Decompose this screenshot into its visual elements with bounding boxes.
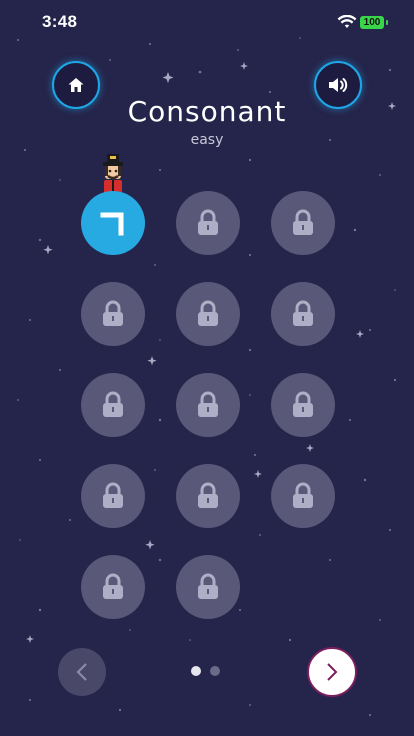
- chevron-left-icon: [76, 663, 87, 681]
- battery-tip: [386, 20, 388, 25]
- lock-icon: [293, 391, 313, 417]
- level-3-button[interactable]: [271, 191, 335, 255]
- battery-indicator: 100: [360, 16, 384, 29]
- lock-icon: [198, 482, 218, 508]
- level-9-button[interactable]: [271, 373, 335, 437]
- lock-icon: [198, 300, 218, 326]
- level-7-button[interactable]: [81, 373, 145, 437]
- level-10-button[interactable]: [81, 464, 145, 528]
- level-13-button[interactable]: [81, 555, 145, 619]
- lock-icon: [103, 391, 123, 417]
- lock-icon: [198, 391, 218, 417]
- status-time: 3:48: [42, 12, 78, 31]
- level-6-button[interactable]: [271, 282, 335, 346]
- lock-icon: [103, 573, 123, 599]
- level-4-button[interactable]: [81, 282, 145, 346]
- speaker-icon: [329, 78, 348, 92]
- level-2-button[interactable]: [176, 191, 240, 255]
- lock-icon: [198, 573, 218, 599]
- level-1-button[interactable]: [81, 191, 145, 255]
- status-bar: 3:48 100: [0, 0, 414, 44]
- wifi-icon: [337, 15, 357, 28]
- lock-icon: [293, 482, 313, 508]
- lock-icon: [198, 209, 218, 235]
- level-11-button[interactable]: [176, 464, 240, 528]
- lock-icon: [103, 300, 123, 326]
- page-title: Consonant: [127, 95, 287, 128]
- lock-icon: [293, 300, 313, 326]
- level-8-button[interactable]: [176, 373, 240, 437]
- chevron-right-icon: [327, 663, 338, 681]
- previous-page-button[interactable]: [58, 648, 106, 696]
- level-14-button[interactable]: [176, 555, 240, 619]
- difficulty-label: easy: [190, 132, 224, 148]
- level-12-button[interactable]: [271, 464, 335, 528]
- lock-icon: [293, 209, 313, 235]
- giyeok-glyph: [100, 212, 124, 236]
- level-5-button[interactable]: [176, 282, 240, 346]
- page-dot-1[interactable]: [191, 666, 201, 676]
- page-dot-2[interactable]: [210, 666, 220, 676]
- lock-icon: [103, 482, 123, 508]
- next-page-button[interactable]: [307, 647, 357, 697]
- home-icon: [68, 78, 84, 92]
